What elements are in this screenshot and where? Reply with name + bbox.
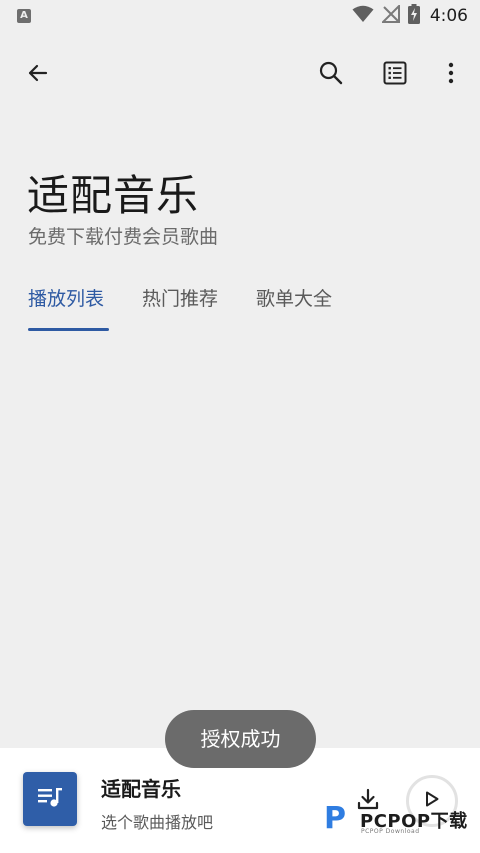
tab-indicator [28, 328, 109, 331]
page-subtitle: 免费下载付费会员歌曲 [28, 226, 219, 248]
tab-song-lists[interactable]: 歌单大全 [256, 284, 332, 332]
playlist-music-icon [36, 785, 64, 813]
tab-bar: 播放列表 热门推荐 歌单大全 [0, 284, 480, 334]
watermark-logo: P [324, 801, 346, 836]
page-title: 适配音乐 [27, 171, 200, 220]
back-arrow-icon [26, 61, 50, 89]
player-title: 适配音乐 [101, 777, 181, 801]
more-vert-icon [448, 62, 454, 88]
toast-message: 授权成功 [165, 710, 316, 768]
status-icons: 4:06 [352, 3, 468, 28]
signal-off-icon [380, 3, 400, 27]
status-time: 4:06 [429, 6, 468, 26]
notification-app-icon: A [17, 9, 31, 23]
playlist-view-button[interactable] [375, 55, 415, 95]
search-button[interactable] [311, 55, 351, 95]
search-icon [318, 60, 344, 90]
top-app-bar [0, 50, 480, 100]
list-icon [383, 61, 407, 89]
status-bar: A 4:06 [0, 0, 480, 32]
watermark: P PCPOP下载 PCPOP Download [324, 800, 480, 840]
battery-charging-icon [407, 4, 420, 28]
tab-playlist[interactable]: 播放列表 [28, 284, 104, 332]
album-art[interactable] [23, 772, 77, 826]
more-options-button[interactable] [431, 55, 471, 95]
watermark-subtext: PCPOP Download [361, 828, 420, 835]
tab-hot-recommend[interactable]: 热门推荐 [142, 284, 218, 332]
player-subtitle: 选个歌曲播放吧 [101, 813, 214, 832]
back-button[interactable] [18, 55, 58, 95]
wifi-icon [352, 5, 374, 27]
